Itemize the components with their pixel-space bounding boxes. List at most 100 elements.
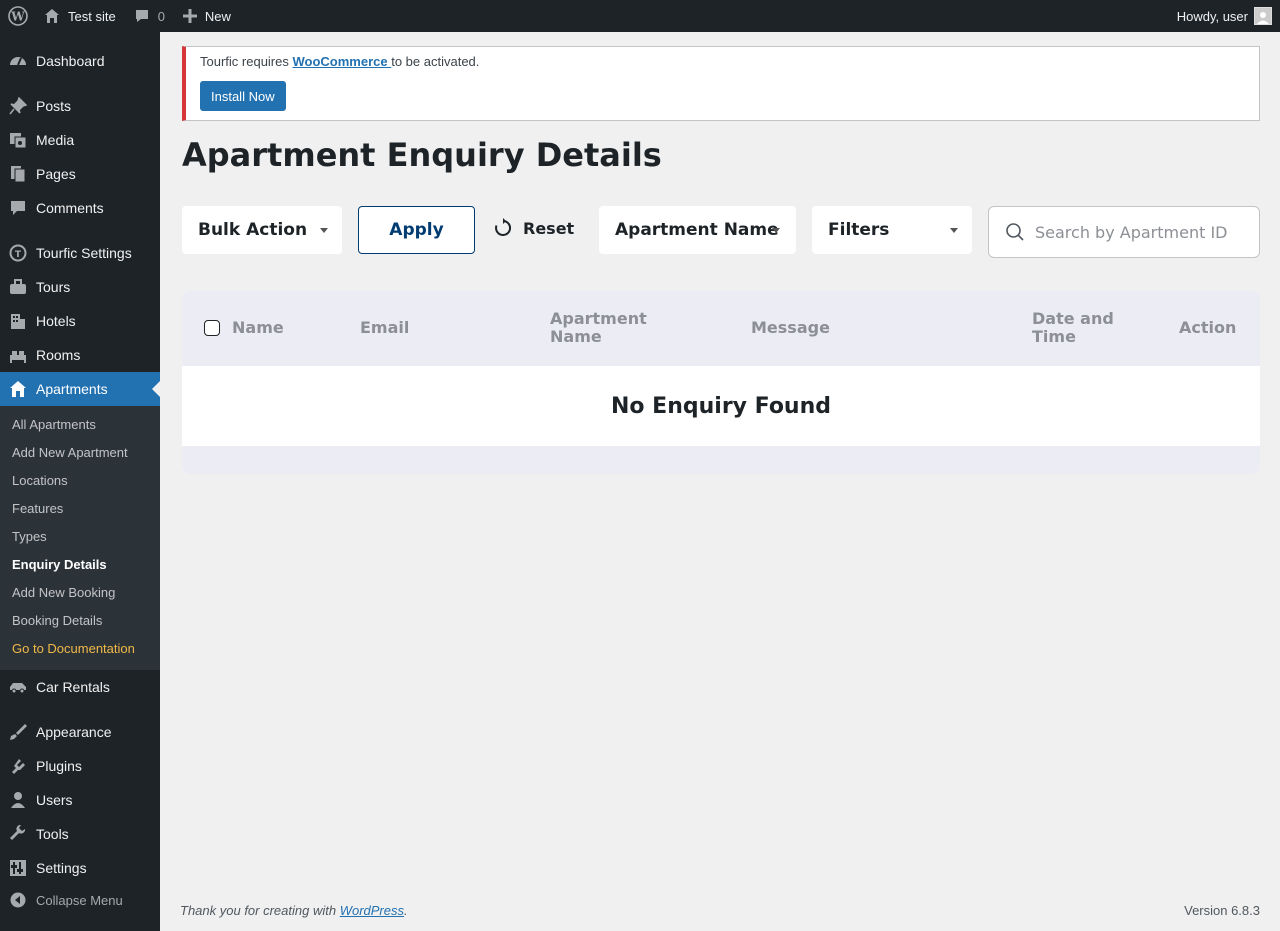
luggage-icon	[0, 278, 36, 296]
column-header-name: Name	[232, 318, 284, 337]
sidebar-item-tourfic-settings[interactable]: T Tourfic Settings	[0, 236, 160, 270]
wrench-icon	[0, 825, 36, 843]
notice-message: Tourfic requires WooCommerce to be activ…	[200, 54, 479, 69]
column-header-date-time: Date and Time	[1032, 309, 1114, 346]
reset-button[interactable]: Reset	[493, 218, 574, 238]
sidebar-item-appearance[interactable]: Appearance	[0, 715, 160, 749]
chevron-down-icon	[950, 228, 958, 233]
home-icon	[0, 380, 36, 398]
table-body: No Enquiry Found	[182, 366, 1260, 446]
site-name-link[interactable]: Test site	[44, 0, 116, 32]
submenu-locations[interactable]: Locations	[12, 471, 68, 491]
submenu-features[interactable]: Features	[12, 499, 63, 519]
admin-bar: W Test site 0 New Howdy, user	[0, 0, 1280, 32]
footer-thanks: Thank you for creating with WordPress.	[180, 903, 408, 918]
comments-link[interactable]: 0	[134, 0, 165, 32]
empty-state-message: No Enquiry Found	[611, 393, 831, 419]
howdy-text: Howdy, user	[1176, 8, 1248, 24]
column-header-apartment-name: Apartment Name	[550, 309, 647, 346]
sidebar-item-label: Rooms	[36, 347, 81, 363]
sidebar-item-rooms[interactable]: Rooms	[0, 338, 160, 372]
wordpress-logo-icon[interactable]: W	[2, 0, 34, 32]
submenu-go-to-documentation[interactable]: Go to Documentation	[12, 639, 135, 659]
sidebar-item-label: Pages	[36, 166, 76, 182]
sidebar-item-pages[interactable]: Pages	[0, 157, 160, 191]
apply-button[interactable]: Apply	[358, 206, 475, 254]
sidebar-item-label: Appearance	[36, 724, 112, 740]
media-icon	[0, 131, 36, 149]
notice-suffix: to be activated.	[391, 54, 480, 69]
sidebar-item-apartments[interactable]: Apartments	[0, 372, 160, 406]
collapse-menu-button[interactable]: Collapse Menu	[0, 887, 160, 913]
bulk-action-label: Bulk Action	[198, 220, 308, 240]
sidebar-item-tools[interactable]: Tools	[0, 817, 160, 851]
sidebar-item-label: Plugins	[36, 758, 82, 774]
sidebar-item-users[interactable]: Users	[0, 783, 160, 817]
search-box	[988, 206, 1260, 258]
filters-select[interactable]: Filters	[812, 206, 972, 254]
settings-icon	[0, 859, 36, 877]
footer-thanks-suffix: .	[404, 903, 408, 918]
new-content-link[interactable]: New	[182, 0, 231, 32]
install-now-button[interactable]: Install Now	[200, 81, 286, 111]
sidebar-item-label: Users	[36, 792, 73, 808]
new-label: New	[204, 8, 231, 24]
submenu-all-apartments[interactable]: All Apartments	[12, 415, 96, 435]
submenu-enquiry-details[interactable]: Enquiry Details	[12, 555, 107, 575]
sidebar-item-label: Dashboard	[36, 53, 105, 69]
chevron-down-icon	[772, 228, 780, 233]
submenu-booking-details[interactable]: Booking Details	[12, 611, 102, 631]
sidebar-item-label: Tools	[36, 826, 69, 842]
select-all-checkbox[interactable]	[204, 320, 220, 336]
search-input[interactable]	[1035, 222, 1245, 242]
site-name: Test site	[68, 8, 116, 24]
avatar	[1254, 7, 1272, 25]
sidebar-item-label: Comments	[36, 200, 104, 216]
sidebar-item-car-rentals[interactable]: Car Rentals	[0, 670, 160, 704]
dashboard-icon	[0, 52, 36, 70]
admin-sidebar: Dashboard Posts Media Pages Comments T T…	[0, 32, 160, 931]
sidebar-item-label: Hotels	[36, 313, 76, 329]
sidebar-item-media[interactable]: Media	[0, 123, 160, 157]
sidebar-item-settings[interactable]: Settings	[0, 851, 160, 885]
users-icon	[0, 791, 36, 809]
submenu-add-new-booking[interactable]: Add New Booking	[12, 583, 115, 603]
sidebar-item-label: Posts	[36, 98, 72, 114]
plugin-icon	[0, 757, 36, 775]
sidebar-item-dashboard[interactable]: Dashboard	[0, 44, 160, 78]
column-header-message: Message	[751, 318, 830, 337]
sidebar-item-posts[interactable]: Posts	[0, 89, 160, 123]
column-header-action: Action	[1179, 318, 1237, 337]
sidebar-item-label: Apartments	[36, 381, 108, 397]
comment-icon	[0, 199, 36, 217]
sidebar-item-comments[interactable]: Comments	[0, 191, 160, 225]
column-header-email: Email	[360, 318, 410, 337]
sidebar-item-hotels[interactable]: Hotels	[0, 304, 160, 338]
comment-icon	[135, 10, 148, 22]
enquiry-table: Name Email Apartment Name Message Date a…	[182, 291, 1260, 474]
comment-count: 0	[157, 8, 165, 24]
collapse-menu-label: Collapse Menu	[36, 892, 123, 908]
wordpress-link[interactable]: WordPress	[340, 903, 404, 918]
apartments-submenu: All Apartments Add New Apartment Locatio…	[0, 406, 160, 670]
submenu-types[interactable]: Types	[12, 527, 47, 547]
plus-icon	[182, 9, 197, 23]
bed-icon	[0, 346, 36, 364]
svg-text:T: T	[15, 250, 22, 260]
sidebar-item-plugins[interactable]: Plugins	[0, 749, 160, 783]
submenu-add-new-apartment[interactable]: Add New Apartment	[12, 443, 128, 463]
pin-icon	[0, 97, 36, 115]
sidebar-item-label: Tours	[36, 279, 71, 295]
sidebar-item-label: Media	[36, 132, 75, 148]
brush-icon	[0, 723, 36, 741]
sidebar-item-tours[interactable]: Tours	[0, 270, 160, 304]
svg-text:W: W	[10, 10, 25, 24]
bulk-action-select[interactable]: Bulk Action	[182, 206, 342, 254]
woocommerce-notice: Tourfic requires WooCommerce to be activ…	[182, 46, 1260, 121]
woocommerce-link[interactable]: WooCommerce	[292, 54, 391, 69]
apartment-name-select[interactable]: Apartment Name	[599, 206, 796, 254]
pages-icon	[0, 165, 36, 183]
car-icon	[0, 678, 36, 696]
account-menu[interactable]: Howdy, user	[1177, 0, 1272, 32]
sidebar-item-label: Settings	[36, 860, 87, 876]
